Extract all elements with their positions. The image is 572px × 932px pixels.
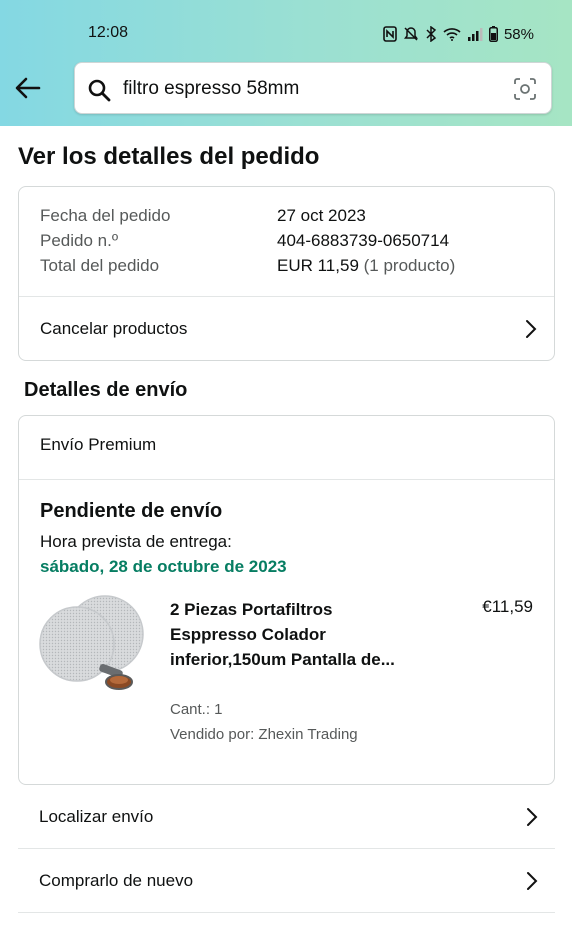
cancel-products-label: Cancelar productos: [40, 319, 188, 338]
order-date-label: Fecha del pedido: [40, 206, 171, 225]
product-image[interactable]: [39, 594, 149, 699]
back-arrow-icon[interactable]: [14, 74, 42, 102]
chevron-right-icon: [525, 871, 539, 891]
order-total-value-wrap: EUR 11,59 (1 producto): [277, 256, 455, 276]
nfc-icon: [383, 26, 397, 42]
track-shipment-button[interactable]: Localizar envío: [18, 785, 555, 849]
page-title: Ver los detalles del pedido: [18, 143, 320, 170]
eta-date: sábado, 28 de octubre de 2023: [40, 557, 287, 576]
shipment-card: Envío Premium Pendiente de envío Hora pr…: [18, 415, 555, 785]
order-total-row: Total del pedido EUR 11,59 (1 producto): [40, 256, 455, 276]
order-number-value: 404-6883739-0650714: [277, 231, 450, 250]
battery-percentage: 58%: [503, 25, 534, 43]
product-price: €11,59: [482, 597, 533, 616]
chevron-right-icon: [525, 807, 539, 827]
status-icons: 58%: [383, 24, 534, 44]
order-number-row: Pedido n.º 404-6883739-0650714: [40, 231, 449, 251]
shipping-type: Envío Premium: [40, 435, 157, 454]
order-total-label: Total del pedido: [40, 256, 160, 275]
cancel-products-button[interactable]: Cancelar productos: [19, 297, 554, 361]
status-time: 12:08: [88, 24, 129, 41]
track-shipment-label: Localizar envío: [39, 806, 154, 826]
product-seller: Vendido por: Zhexin Trading: [170, 726, 358, 743]
order-date-value: 27 oct 2023: [277, 206, 366, 225]
shipment-status: Pendiente de envío: [40, 500, 223, 522]
search-input[interactable]: filtro espresso 58mm: [74, 62, 552, 114]
order-number-label: Pedido n.º: [40, 231, 119, 250]
app-header: 12:08 58% filtro espresso 58mm: [0, 0, 572, 126]
camera-search-icon[interactable]: [513, 77, 537, 101]
bluetooth-icon: [425, 26, 437, 42]
shipping-section-title: Detalles de envío: [24, 379, 188, 401]
divider: [19, 479, 554, 480]
search-icon[interactable]: [87, 78, 111, 102]
product-title-link[interactable]: 2 Piezas Portafiltros Esppresso Colador …: [170, 597, 400, 672]
product-quantity: Cant.: 1: [170, 701, 223, 718]
battery-icon: [488, 26, 498, 42]
mute-icon: [403, 26, 419, 42]
buy-again-button[interactable]: Comprarlo de nuevo: [18, 849, 555, 913]
chevron-right-icon: [524, 319, 538, 339]
order-summary-card: Fecha del pedido 27 oct 2023 Pedido n.º …: [18, 186, 555, 361]
search-query[interactable]: filtro espresso 58mm: [123, 78, 299, 100]
order-item-count: (1 producto): [363, 256, 456, 275]
buy-again-label: Comprarlo de nuevo: [39, 870, 194, 890]
eta-label: Hora prevista de entrega:: [40, 532, 232, 551]
order-total-value: EUR 11,59: [277, 256, 359, 275]
order-date-row: Fecha del pedido 27 oct 2023: [40, 206, 366, 226]
signal-icon: [467, 27, 483, 41]
wifi-icon: [443, 27, 461, 41]
